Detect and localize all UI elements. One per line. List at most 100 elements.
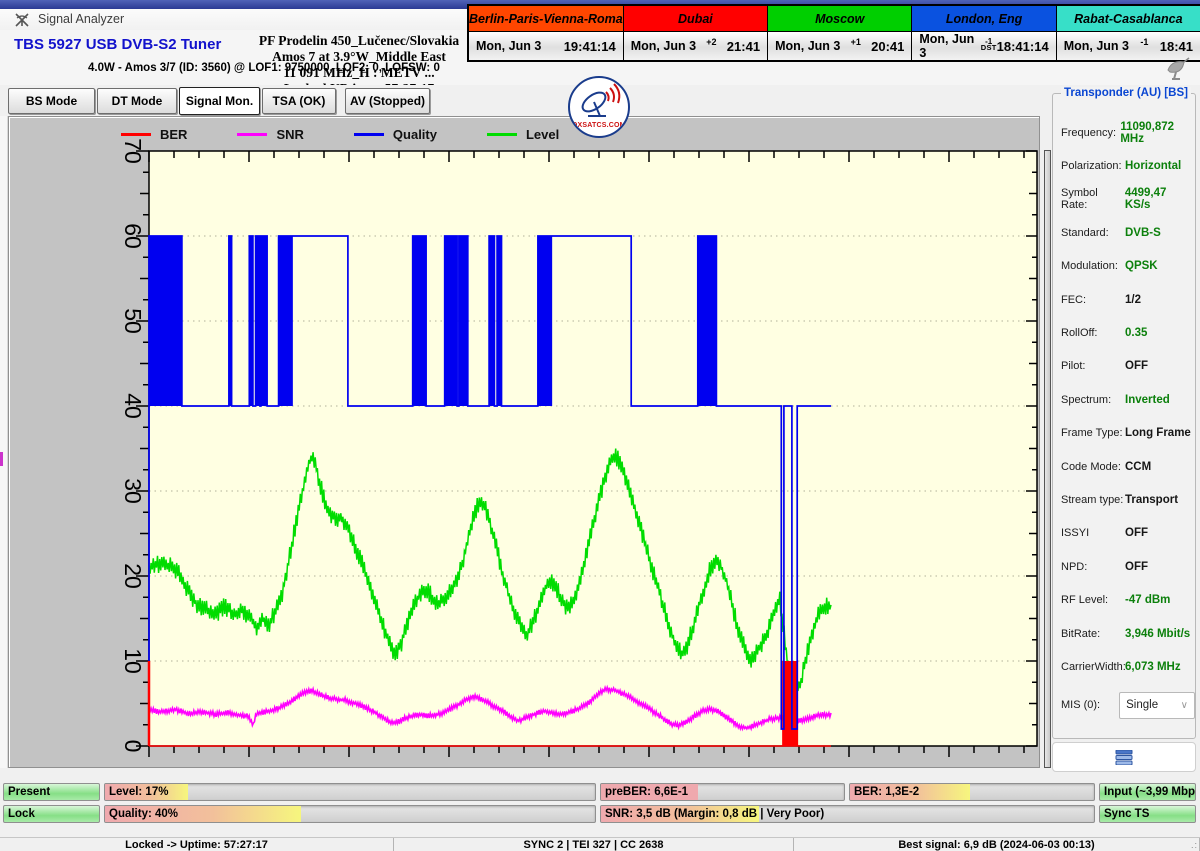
- transponder-row-label: Polarization:: [1053, 160, 1125, 172]
- y-axis-label-30: 30: [120, 478, 146, 504]
- transponder-row-value: OFF: [1125, 360, 1148, 372]
- transponder-row-value: 6,073 MHz: [1125, 661, 1181, 673]
- legend-swatch: [237, 133, 267, 136]
- transponder-row-value: DVB-S: [1125, 227, 1161, 239]
- stream-list-button[interactable]: [1052, 742, 1196, 772]
- transponder-row-spectrum-: Spectrum:Inverted: [1053, 383, 1195, 416]
- transponder-panel-title: Transponder (AU) [BS]: [1061, 87, 1191, 99]
- clock-city-label: Dubai: [678, 12, 713, 26]
- dxsatcs-logo: DXSATCS.COM: [568, 76, 630, 138]
- transponder-row-label: FEC:: [1053, 294, 1125, 306]
- mis-label: MIS (0):: [1053, 699, 1119, 711]
- transponder-row-value: 0.35: [1125, 327, 1147, 339]
- clock-london-eng: London, Eng Mon, Jun 3-1DST18:41:14: [911, 6, 1055, 60]
- transponder-row-label: NPD:: [1053, 561, 1125, 573]
- transponder-row-code-mode-: Code Mode:CCM: [1053, 450, 1195, 483]
- transponder-row-label: Pilot:: [1053, 360, 1125, 372]
- transponder-row-label: ISSYI: [1053, 527, 1125, 539]
- transponder-row-frame-type-: Frame Type:Long Frame: [1053, 417, 1195, 450]
- clock-time: 21:41: [727, 39, 760, 54]
- clock-time: 19:41:14: [564, 39, 616, 54]
- quality-band: [261, 236, 267, 406]
- chevron-down-icon: ∨: [1181, 700, 1188, 711]
- transponder-row-label: BitRate:: [1053, 628, 1125, 640]
- gauge-quality: Quality: 40%: [104, 805, 596, 823]
- transponder-row-label: RF Level:: [1053, 594, 1125, 606]
- mis-dropdown-value: Single: [1126, 699, 1158, 711]
- gauge-sync-label: Sync TS: [1104, 808, 1149, 820]
- site-line-2: Amos 7 at 3.9°W_Middle East: [250, 49, 468, 65]
- chart-scrollbar[interactable]: [1044, 150, 1051, 768]
- quality-band: [445, 236, 457, 406]
- gauge-sync: Sync TS: [1099, 805, 1196, 823]
- clock-date: Mon, Jun 3: [919, 32, 980, 60]
- quality-band: [149, 236, 182, 406]
- transponder-row-standard-: Standard:DVB-S: [1053, 216, 1195, 249]
- transponder-row-carrierwidth-: CarrierWidth:6,073 MHz: [1053, 650, 1195, 683]
- clock-city-label: London, Eng: [946, 12, 1022, 26]
- transponder-row-polarization-: Polarization:Horizontal: [1053, 149, 1195, 182]
- transponder-row-label: CarrierWidth:: [1053, 661, 1125, 673]
- transponder-row-label: Frame Type:: [1053, 427, 1125, 439]
- tab-signal-mon-[interactable]: Signal Mon.: [179, 87, 260, 115]
- clock-city-label: Rabat-Casablanca: [1074, 12, 1182, 26]
- transponder-row-fec-: FEC:1/2: [1053, 283, 1195, 316]
- gauge-ber: BER: 1,3E-2: [849, 783, 1095, 801]
- transponder-row-value: CCM: [1125, 461, 1151, 473]
- transponder-row-value: Transport: [1125, 494, 1178, 506]
- clock-time-row: Mon, Jun 3-1DST18:41:14: [912, 32, 1055, 60]
- transponder-row-rolloff-: RollOff:0.35: [1053, 316, 1195, 349]
- transponder-row-label: Frequency:: [1053, 127, 1120, 139]
- clock-city-header: Berlin-Paris-Vienna-Roma: [469, 6, 623, 32]
- transponder-row-value: Inverted: [1125, 394, 1170, 406]
- legend-item-snr: SNR: [237, 127, 303, 142]
- clock-time-row: Mon, Jun 3 +2 21:41: [624, 32, 767, 60]
- clock-date: Mon, Jun 3: [476, 39, 541, 53]
- legend-label: SNR: [276, 127, 303, 142]
- tab-bs-mode[interactable]: BS Mode: [8, 88, 95, 114]
- transponder-row-label: Spectrum:: [1053, 394, 1125, 406]
- gauge-lock: Lock: [3, 805, 100, 823]
- transponder-row-stream-type-: Stream type:Transport: [1053, 483, 1195, 516]
- transponder-row-value: OFF: [1125, 527, 1148, 539]
- transponder-row-rf-level-: RF Level:-47 dBm: [1053, 583, 1195, 616]
- gauge-present-label: Present: [8, 786, 50, 798]
- signal-chart: 010203040506070: [9, 117, 1041, 769]
- gauge-input-label: Input (~3,99 Mbps): [1104, 786, 1196, 798]
- transponder-row-modulation-: Modulation:QPSK: [1053, 250, 1195, 283]
- tab-av-stopped-[interactable]: AV (Stopped): [345, 88, 430, 114]
- quality-band: [413, 236, 426, 406]
- transponder-row-label: Symbol Rate:: [1053, 187, 1125, 211]
- transponder-row-label: Modulation:: [1053, 260, 1125, 272]
- clock-city-label: Berlin-Paris-Vienna-Roma: [469, 12, 623, 26]
- legend-swatch: [487, 133, 517, 136]
- resize-grip[interactable]: .:: [1191, 840, 1198, 850]
- gauge-snr: SNR: 3,5 dB (Margin: 0,8 dB | Very Poor): [600, 805, 1095, 823]
- legend-label: Quality: [393, 127, 437, 142]
- y-axis-label-10: 10: [120, 648, 146, 674]
- tab-tsa-ok-[interactable]: TSA (OK): [262, 88, 336, 114]
- signal-chart-widget: BERSNRQualityLevel 010203040506070: [8, 116, 1040, 768]
- transponder-row-value: -47 dBm: [1125, 594, 1170, 606]
- clock-time-row: Mon, Jun 3+120:41: [768, 32, 911, 60]
- transponder-row-value: 1/2: [1125, 294, 1141, 306]
- transponder-row-value: QPSK: [1125, 260, 1158, 272]
- mis-dropdown[interactable]: Single ∨: [1119, 692, 1195, 719]
- transponder-row-label: Code Mode:: [1053, 461, 1125, 473]
- statusbar-best-signal: Best signal: 6,9 dB (2024-06-03 00:13): [794, 838, 1200, 851]
- clock-time: 20:41: [871, 39, 904, 54]
- gauge-present: Present: [3, 783, 100, 801]
- transponder-row-bitrate-: BitRate:3,946 Mbit/s: [1053, 617, 1195, 650]
- tab-dt-mode[interactable]: DT Mode: [97, 88, 177, 114]
- clock-time: 18:41:14: [997, 39, 1049, 54]
- transponder-rows: Frequency:11090,872 MHzPolarization:Hori…: [1053, 116, 1195, 684]
- clock-date: Mon, Jun 3: [1064, 39, 1129, 53]
- site-line-3: 11 091 MHz_H : METV ...: [250, 65, 468, 81]
- gauge-ber-label: BER: 1,3E-2: [854, 786, 919, 798]
- gauge-lock-label: Lock: [8, 808, 35, 820]
- transponder-row-symbol-rate-: Symbol Rate:4499,47 KS/s: [1053, 183, 1195, 216]
- gauge-level: Level: 17%: [104, 783, 596, 801]
- clock-utc-offset: +2: [706, 37, 716, 47]
- clock-date: Mon, Jun 3: [631, 39, 696, 53]
- legend-label: BER: [160, 127, 187, 142]
